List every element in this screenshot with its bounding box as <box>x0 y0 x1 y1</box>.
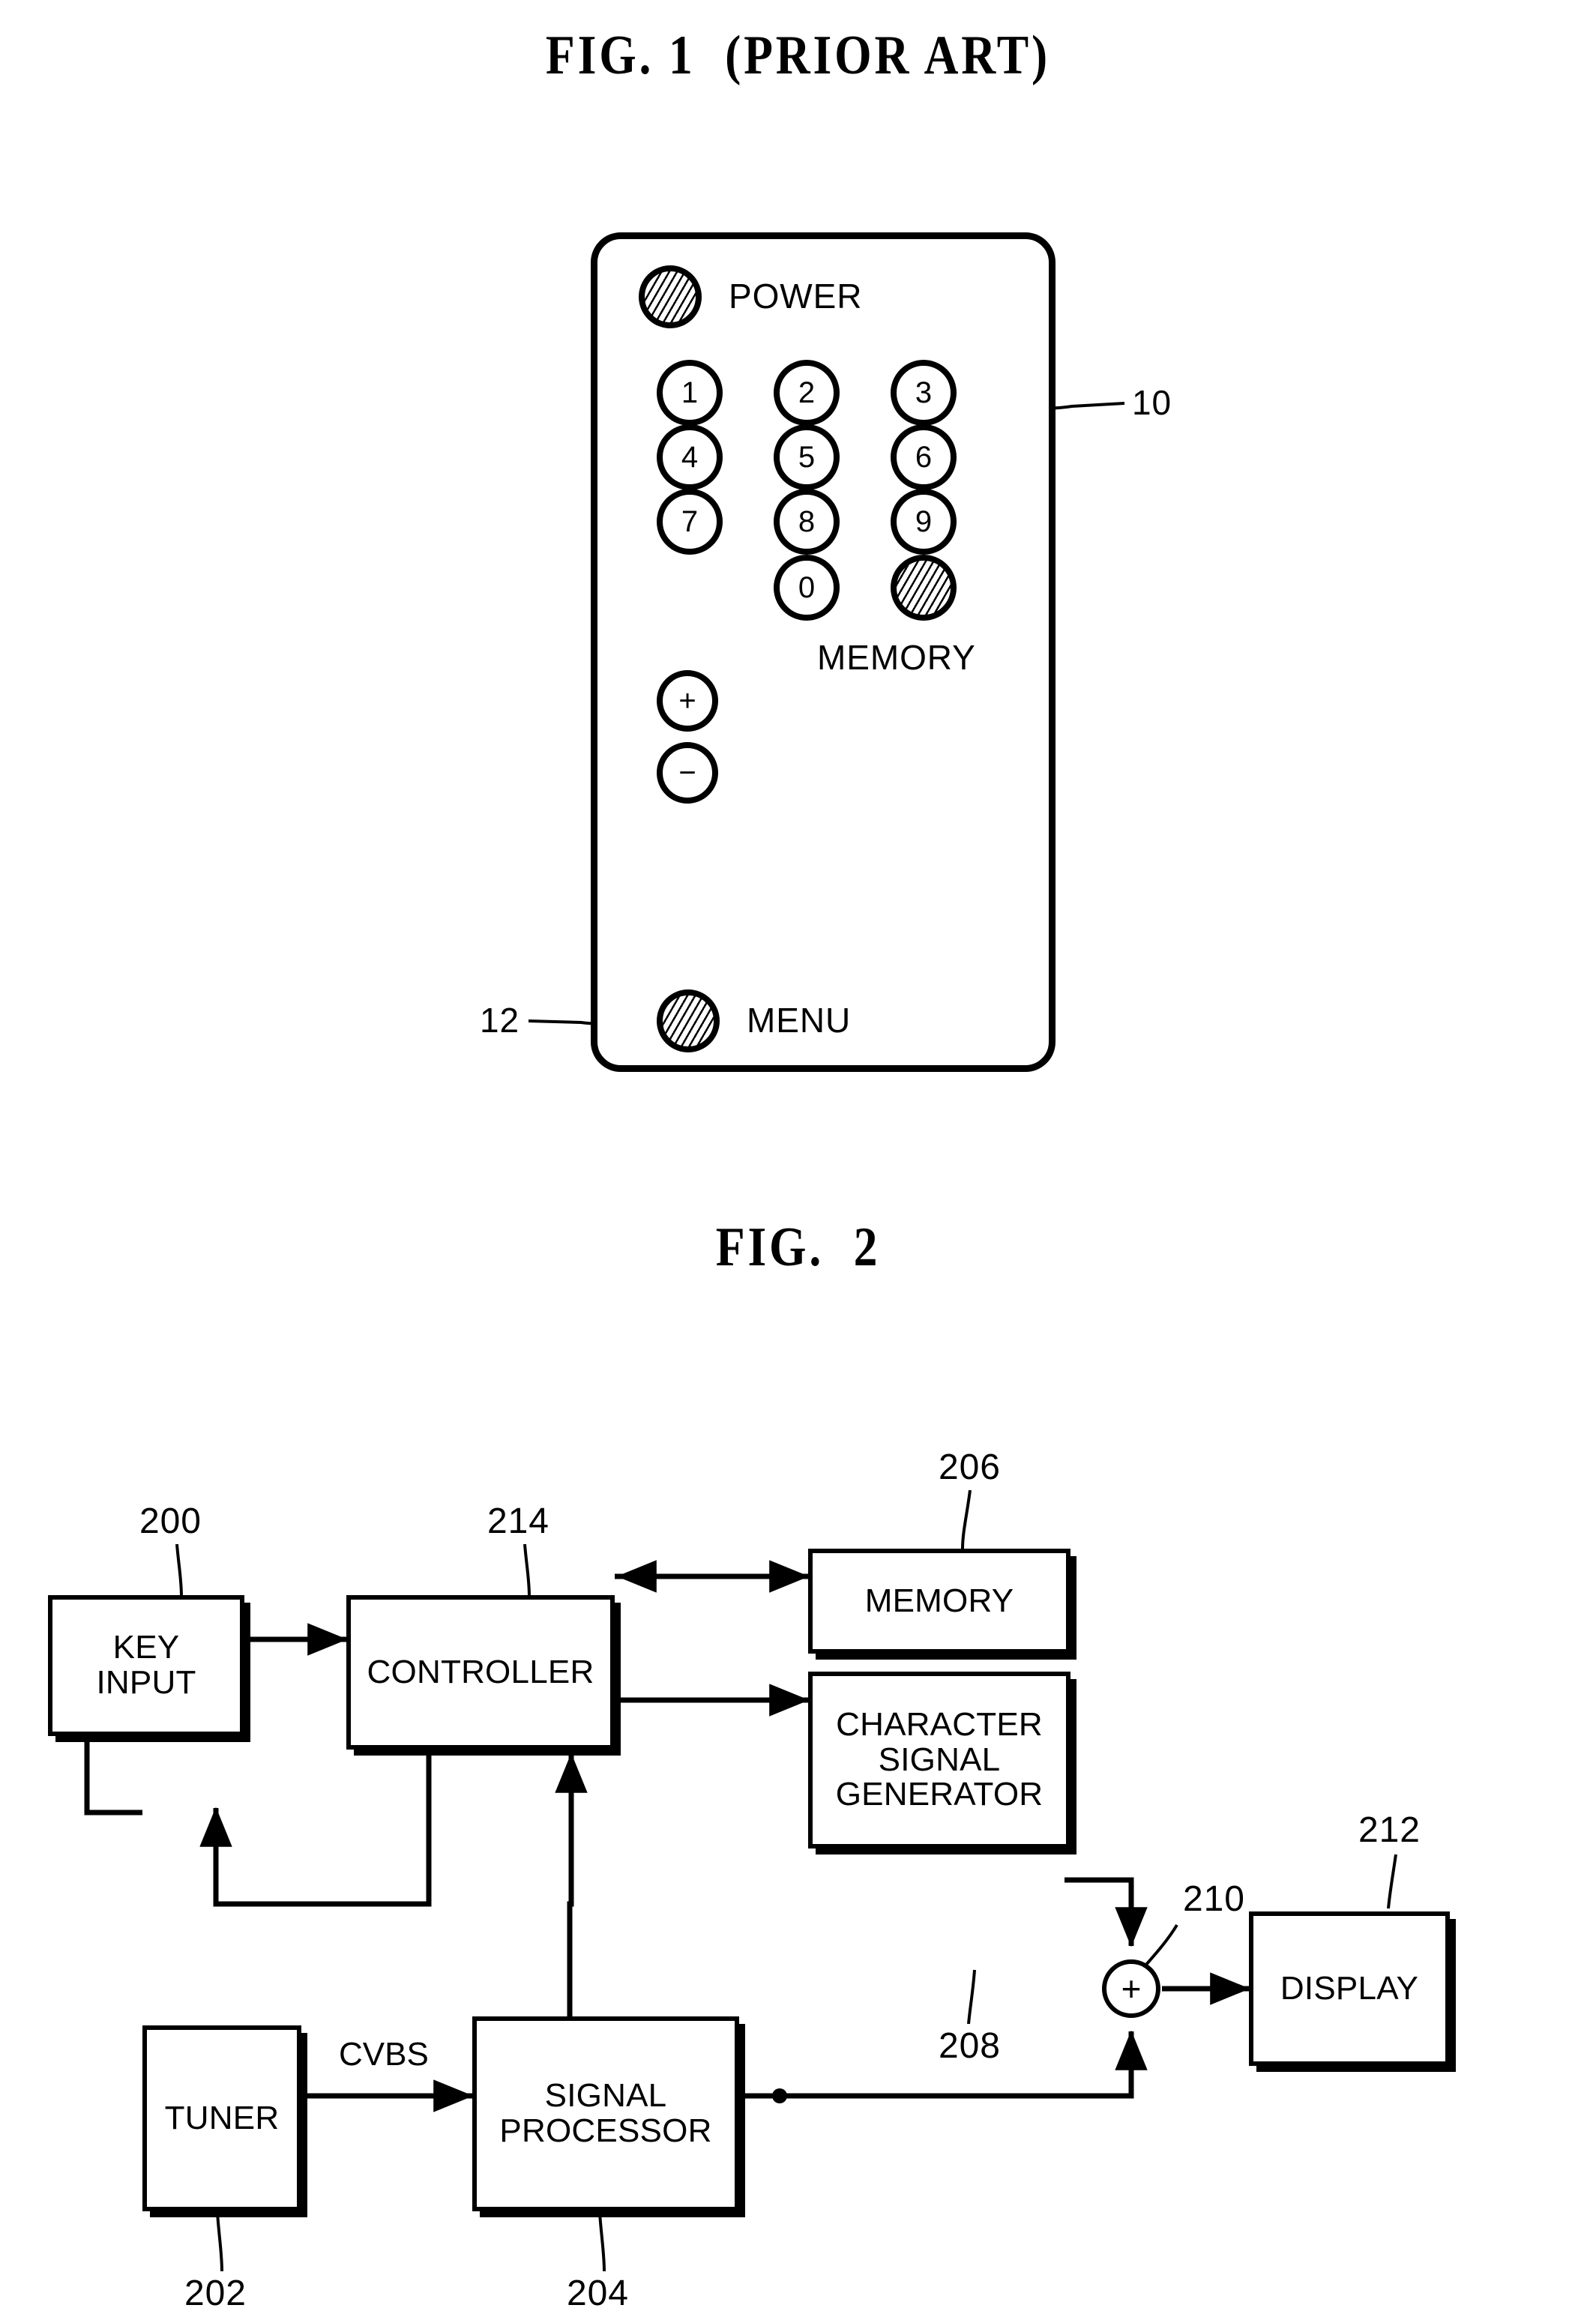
block-memory-label: MEMORY <box>864 1582 1014 1619</box>
leader-line-ref-202 <box>216 2212 223 2272</box>
block-memory[interactable]: MEMORY <box>808 1549 1070 1654</box>
reference-numeral-200: 200 <box>139 1501 202 1541</box>
block-tuner-label: TUNER <box>164 2099 280 2136</box>
volume-up-button[interactable]: + <box>657 670 718 732</box>
reference-numeral-202: 202 <box>184 2274 247 2313</box>
adder-node[interactable]: + <box>1102 1959 1160 2018</box>
figure-1-remote-control: POWER 1 2 3 4 5 6 7 8 9 0 MEMORY + − MEN… <box>0 112 1596 1124</box>
leader-line-ref-200 <box>175 1543 183 1597</box>
power-button[interactable] <box>639 265 702 328</box>
number-button-7[interactable]: 7 <box>657 489 723 555</box>
reference-numeral-214: 214 <box>487 1501 549 1541</box>
volume-down-button[interactable]: − <box>657 742 718 804</box>
figure-2-block-diagram: KEY INPUT CONTROLLER MEMORY CHARACTER SI… <box>0 1312 1596 2313</box>
number-button-0[interactable]: 0 <box>774 555 840 621</box>
number-button-2[interactable]: 2 <box>774 360 840 426</box>
wire-signalprocessor-to-adder <box>738 2030 1148 2099</box>
number-button-9[interactable]: 9 <box>891 489 957 555</box>
menu-label: MENU <box>747 1001 852 1040</box>
number-button-6[interactable]: 6 <box>891 424 957 490</box>
leader-line-ref-212 <box>1387 1854 1397 1909</box>
block-key-input-label: KEY INPUT <box>96 1629 196 1701</box>
figure-2-title: FIG. 2 <box>715 1217 881 1278</box>
number-button-5[interactable]: 5 <box>774 424 840 490</box>
leader-line-ref-208 <box>967 1969 976 2025</box>
reference-numeral-208: 208 <box>939 2026 1001 2066</box>
leader-line-ref-214 <box>523 1543 531 1597</box>
junction-dot-signalprocessor-output <box>772 2088 787 2103</box>
signal-label-cvbs: CVBS <box>339 2036 429 2073</box>
block-character-signal-generator[interactable]: CHARACTER SIGNAL GENERATOR <box>808 1672 1070 1849</box>
block-signal-processor-label: SIGNAL PROCESSOR <box>499 2077 712 2149</box>
leader-line-ref-210 <box>1144 1923 1178 1967</box>
wire-controller-to-tuner <box>199 1745 432 1907</box>
block-character-signal-generator-label: CHARACTER SIGNAL GENERATOR <box>835 1706 1044 1813</box>
number-button-4[interactable]: 4 <box>657 424 723 490</box>
memory-label: MEMORY <box>817 638 976 677</box>
adder-plus-label: + <box>1121 1969 1142 2008</box>
number-button-8[interactable]: 8 <box>774 489 840 555</box>
menu-button[interactable] <box>657 989 720 1052</box>
block-display-label: DISPLAY <box>1280 1969 1419 2007</box>
block-display[interactable]: DISPLAY <box>1249 1911 1450 2066</box>
reference-numeral-206: 206 <box>939 1447 1001 1487</box>
memory-button[interactable] <box>891 555 957 621</box>
leader-line-ref-204 <box>598 2212 606 2272</box>
reference-numeral-12: 12 <box>480 1001 520 1040</box>
reference-numeral-212: 212 <box>1358 1810 1421 1850</box>
reference-numeral-10: 10 <box>1132 383 1172 422</box>
wire-csg-to-adder <box>1064 1877 1148 1947</box>
power-label: POWER <box>729 277 863 316</box>
reference-numeral-204: 204 <box>567 2274 629 2313</box>
block-signal-processor[interactable]: SIGNAL PROCESSOR <box>472 2016 739 2211</box>
block-tuner[interactable]: TUNER <box>142 2025 301 2211</box>
number-button-1[interactable]: 1 <box>657 360 723 426</box>
block-controller-label: CONTROLLER <box>367 1653 594 1690</box>
number-button-3[interactable]: 3 <box>891 360 957 426</box>
leader-line-ref-206 <box>961 1489 972 1549</box>
block-controller[interactable]: CONTROLLER <box>346 1595 615 1750</box>
patent-drawing-sheet: FIG. 1 (PRIOR ART) POWER 1 2 3 4 5 6 7 8… <box>0 0 1596 2313</box>
reference-numeral-210: 210 <box>1183 1879 1245 1919</box>
block-key-input[interactable]: KEY INPUT <box>48 1595 244 1736</box>
figure-1-title: FIG. 1 (PRIOR ART) <box>545 25 1051 86</box>
